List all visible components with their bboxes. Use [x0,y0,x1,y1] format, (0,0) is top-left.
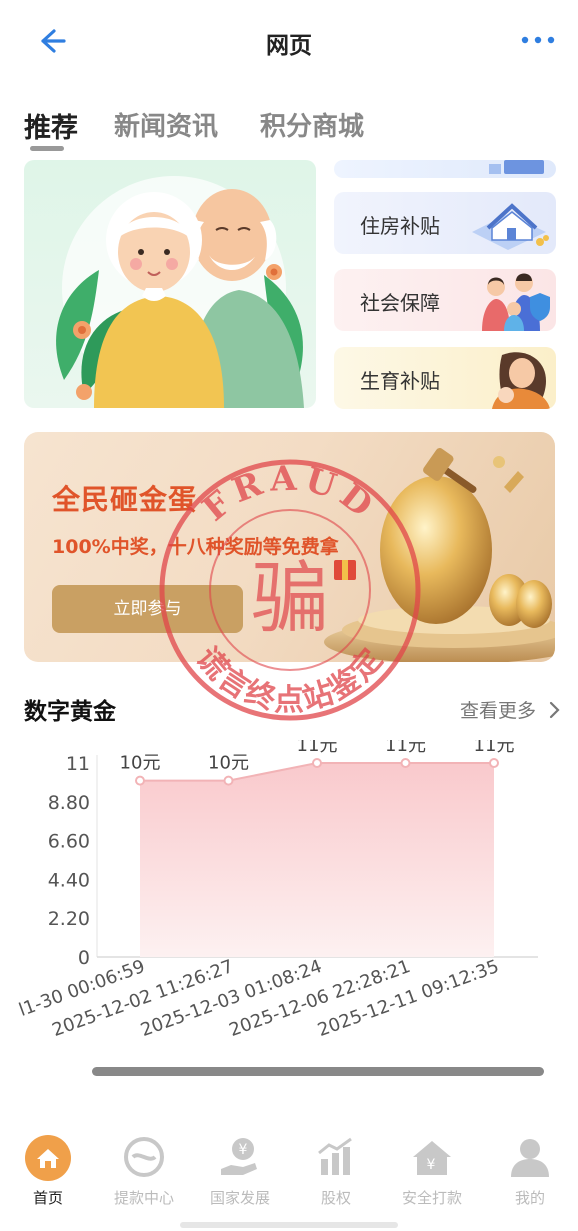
partial-card-illustration [489,160,544,174]
side-card-childbirth-subsidy[interactable]: 生育补贴 [334,347,556,409]
secure-payment-icon: ¥ [413,1141,451,1175]
tab-points-mall[interactable]: 积分商城 [260,106,364,143]
nav-label: 国家发展 [209,1189,270,1207]
elderly-couple-illustration [56,176,304,408]
see-more-label: 查看更多 [459,700,536,722]
svg-text:¥: ¥ [427,1157,436,1173]
tab-recommend[interactable]: 推荐 [24,106,78,145]
active-tab-indicator [30,146,64,151]
data-label: 11元 [385,740,426,756]
area-series [140,763,494,957]
y-tick-label: 4.40 [48,869,90,891]
data-label: 11元 [474,740,515,756]
data-label: 11元 [297,740,338,756]
data-label: 10元 [208,753,249,774]
yuan-hand-icon: ¥ [221,1138,257,1175]
data-point [400,758,411,768]
digital-gold-chart: 118.806.604.402.20010元 10元11元 11元 11元l1-30 … [16,740,538,1041]
side-card-housing-subsidy[interactable]: 住房补贴 [334,192,556,254]
side-card-label: 社会保障 [360,291,440,315]
side-card-label: 住房补贴 [360,214,440,238]
nav-home[interactable]: 首页 [0,1135,96,1208]
nav-label: 首页 [32,1189,63,1207]
nav-label: 我的 [514,1189,545,1207]
house-icon [472,203,549,250]
y-tick-label: 11 [66,753,90,775]
y-tick-label: 2.20 [48,908,90,930]
svg-text:¥: ¥ [239,1142,248,1158]
nav-secure-payment[interactable]: ¥ 安全打款 [384,1135,480,1208]
nav-withdraw-center[interactable]: 提款中心 [96,1135,192,1208]
banner-title: 全民砸金蛋 [52,483,198,516]
digital-gold-title: 数字黄金 [24,699,116,725]
withdraw-icon [124,1137,164,1177]
chevron-right-icon [549,701,560,719]
side-card-label: 生育补贴 [360,369,440,393]
nav-label: 股权 [320,1189,351,1207]
side-card-social-security[interactable]: 社会保障 [334,269,556,331]
join-now-button[interactable]: 立即参与 [52,585,243,633]
person-icon [511,1139,549,1177]
banner-subtitle: 100%中奖，十八种奖励等免费拿 [52,536,339,558]
y-tick-label: 8.80 [48,792,90,814]
home-icon [25,1135,71,1181]
chart-horizontal-scrollbar[interactable] [92,1067,544,1076]
side-card-partial[interactable] [334,160,556,178]
data-label: 10元 [120,753,161,774]
y-tick-label: 0 [78,947,90,969]
nav-profile[interactable]: 我的 [482,1135,578,1208]
data-point [312,758,322,768]
golden-egg-banner[interactable]: 全民砸金蛋 100%中奖，十八种奖励等免费拿 立即参与 [24,432,555,662]
nav-label: 提款中心 [113,1189,174,1207]
nav-equity[interactable]: 股权 [288,1135,384,1208]
pension-feature-card[interactable] [24,160,316,408]
tab-news[interactable]: 新闻资讯 [114,106,218,143]
nav-label: 安全打款 [401,1189,462,1207]
home-indicator [180,1222,398,1228]
y-tick-label: 6.60 [48,831,90,853]
chart-bar-icon [318,1137,352,1175]
mother-baby-icon [492,352,550,409]
nav-national-development[interactable]: ¥ 国家发展 [192,1135,288,1208]
data-point [489,758,499,768]
page-title: 网页 [266,33,312,59]
data-point [223,775,234,786]
top-bar: 网页 [0,0,578,84]
data-point [135,775,145,786]
bottom-navigation: 首页 提款中心 ¥ 国家发展 股权 ¥ 安全打款 我的 [0,1125,578,1231]
see-more-link[interactable]: 查看更多 [460,696,562,723]
family-icon [482,273,550,331]
more-options-icon[interactable] [520,30,556,50]
